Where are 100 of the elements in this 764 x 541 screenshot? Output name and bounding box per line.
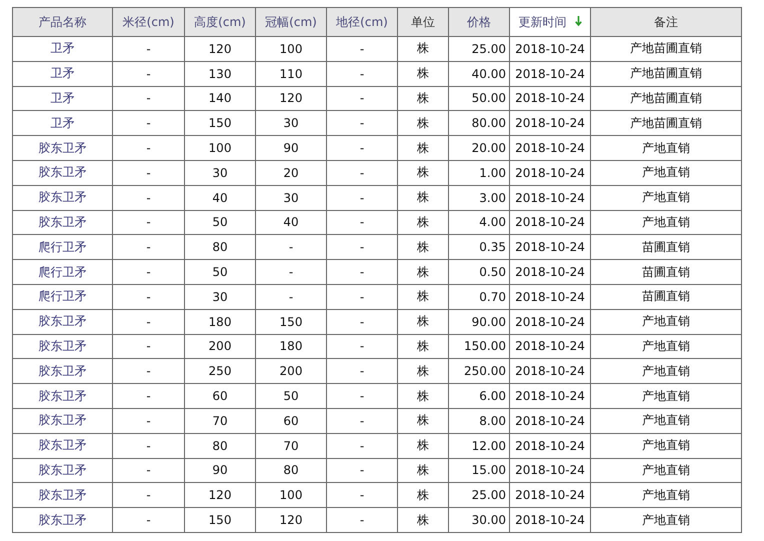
table-cell: 100 <box>256 36 326 62</box>
table-cell: - <box>326 309 398 334</box>
table-cell: 苗圃直销 <box>590 260 742 284</box>
product-link[interactable]: 卫矛 <box>12 36 112 62</box>
table-cell: 30 <box>184 160 256 186</box>
table-cell: - <box>112 482 184 508</box>
sortable-column-header[interactable]: 产品名称 <box>12 8 112 36</box>
table-cell: 株 <box>398 482 448 508</box>
table-cell: 株 <box>398 110 448 136</box>
sortable-column-header[interactable]: 高度(cm) <box>184 8 256 36</box>
product-link[interactable]: 胶东卫矛 <box>12 160 112 186</box>
price-cell: 0.70 <box>448 284 510 310</box>
table-cell: - <box>326 334 398 359</box>
price-cell: 25.00 <box>448 482 510 508</box>
sort-down-arrow-icon <box>574 16 582 26</box>
table-cell: 株 <box>398 284 448 310</box>
table-cell: - <box>326 482 398 508</box>
product-link[interactable]: 胶东卫矛 <box>12 185 112 210</box>
price-cell: 25.00 <box>448 36 510 62</box>
table-cell: 株 <box>398 458 448 483</box>
price-cell: 15.00 <box>448 458 510 483</box>
table-cell: 120 <box>256 86 326 111</box>
table-cell: 株 <box>398 334 448 359</box>
product-link[interactable]: 胶东卫矛 <box>12 408 112 434</box>
table-cell: 产地苗圃直销 <box>590 110 742 136</box>
table-cell: - <box>112 358 184 384</box>
table-cell: 株 <box>398 260 448 284</box>
product-link[interactable]: 爬行卫矛 <box>12 284 112 310</box>
table-cell: 20 <box>256 160 326 186</box>
sortable-column-header[interactable]: 米径(cm) <box>112 8 184 36</box>
product-link[interactable]: 胶东卫矛 <box>12 210 112 235</box>
table-cell: 40 <box>184 185 256 210</box>
product-link[interactable]: 爬行卫矛 <box>12 234 112 260</box>
product-link[interactable]: 卫矛 <box>12 110 112 136</box>
price-cell: 250.00 <box>448 358 510 384</box>
table-cell: 株 <box>398 384 448 408</box>
table-cell: 110 <box>256 61 326 86</box>
table-cell: - <box>326 408 398 434</box>
table-cell: 产地直销 <box>590 334 742 359</box>
date-cell: 2018-10-24 <box>510 210 590 235</box>
table-cell: - <box>112 260 184 284</box>
date-cell: 2018-10-24 <box>510 433 590 458</box>
table-cell: - <box>326 36 398 62</box>
price-cell: 0.35 <box>448 234 510 260</box>
product-link[interactable]: 胶东卫矛 <box>12 136 112 160</box>
date-cell: 2018-10-24 <box>510 260 590 284</box>
product-link[interactable]: 爬行卫矛 <box>12 260 112 284</box>
table-cell: 150 <box>184 110 256 136</box>
date-cell: 2018-10-24 <box>510 61 590 86</box>
table-cell: 株 <box>398 136 448 160</box>
price-cell: 150.00 <box>448 334 510 359</box>
product-link[interactable]: 胶东卫矛 <box>12 482 112 508</box>
table-cell: - <box>112 433 184 458</box>
table-cell: 株 <box>398 358 448 384</box>
table-cell: 产地直销 <box>590 384 742 408</box>
table-cell: 70 <box>256 433 326 458</box>
table-cell: 200 <box>184 334 256 359</box>
product-link[interactable]: 胶东卫矛 <box>12 309 112 334</box>
product-link[interactable]: 胶东卫矛 <box>12 358 112 384</box>
table-cell: 50 <box>256 384 326 408</box>
table-cell: 产地直销 <box>590 309 742 334</box>
product-link[interactable]: 胶东卫矛 <box>12 384 112 408</box>
table-cell: 60 <box>184 384 256 408</box>
price-cell: 1.00 <box>448 160 510 186</box>
price-cell: 3.00 <box>448 185 510 210</box>
table-cell: 产地苗圃直销 <box>590 86 742 111</box>
date-cell: 2018-10-24 <box>510 110 590 136</box>
sortable-column-header[interactable]: 价格 <box>448 8 510 36</box>
table-cell: - <box>112 61 184 86</box>
table-cell: - <box>112 508 184 532</box>
table-cell: 40 <box>256 210 326 235</box>
product-link[interactable]: 卫矛 <box>12 61 112 86</box>
table-cell: - <box>326 384 398 408</box>
table-cell: 180 <box>256 334 326 359</box>
table-cell: 产地直销 <box>590 458 742 483</box>
product-link[interactable]: 胶东卫矛 <box>12 334 112 359</box>
table-cell: 产地直销 <box>590 210 742 235</box>
table-cell: 120 <box>184 36 256 62</box>
product-link[interactable]: 卫矛 <box>12 86 112 111</box>
table-cell: - <box>112 234 184 260</box>
product-link[interactable]: 胶东卫矛 <box>12 433 112 458</box>
sortable-column-header[interactable]: 地径(cm) <box>326 8 398 36</box>
product-link[interactable]: 胶东卫矛 <box>12 458 112 483</box>
table-cell: - <box>326 458 398 483</box>
table-cell: 90 <box>184 458 256 483</box>
sortable-column-header[interactable]: 更新时间 <box>510 8 590 36</box>
product-link[interactable]: 胶东卫矛 <box>12 508 112 532</box>
table-cell: - <box>256 284 326 310</box>
table-cell: - <box>326 160 398 186</box>
date-cell: 2018-10-24 <box>510 408 590 434</box>
table-cell: - <box>112 384 184 408</box>
table-cell: - <box>326 110 398 136</box>
sortable-column-header[interactable]: 冠幅(cm) <box>256 8 326 36</box>
price-cell: 12.00 <box>448 433 510 458</box>
table-cell: 30 <box>184 284 256 310</box>
table-cell: - <box>326 358 398 384</box>
table-cell: 产地直销 <box>590 160 742 186</box>
table-cell: 30 <box>256 185 326 210</box>
table-cell: - <box>326 508 398 532</box>
table-cell: 株 <box>398 185 448 210</box>
